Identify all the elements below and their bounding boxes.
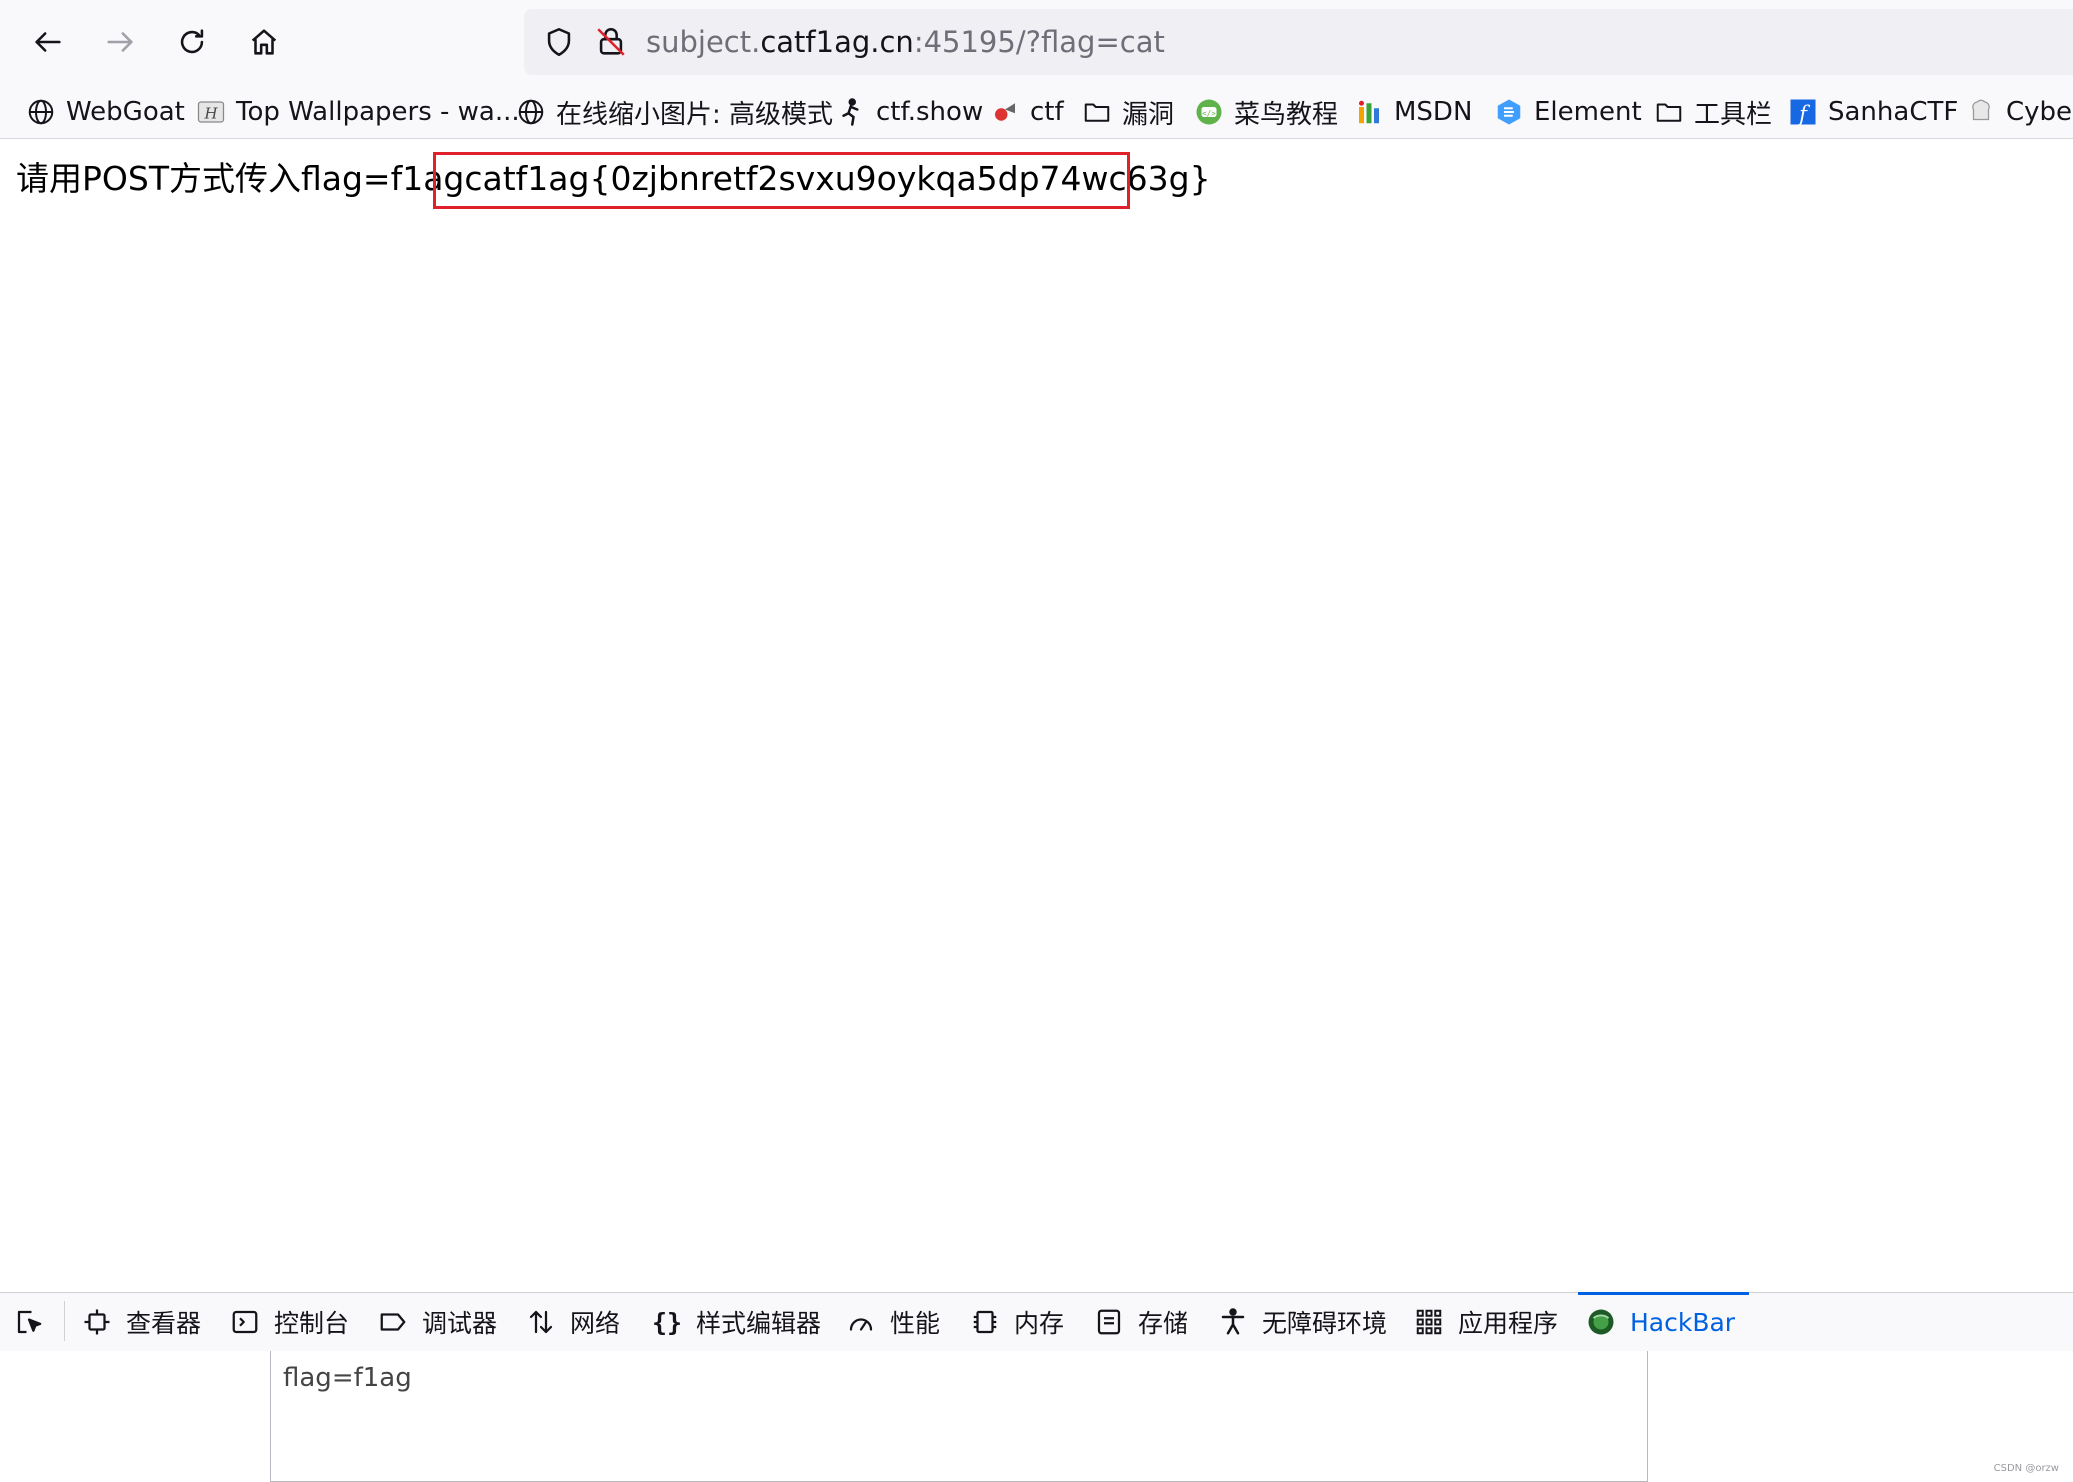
reload-icon [180,29,204,54]
bookmark-label: Top Wallpapers - wa... [236,97,520,127]
svg-text:{}: {} [652,1308,682,1337]
wallpaper-icon: H [197,101,225,123]
debugger-icon [380,1313,406,1331]
watermark: CSDN @orzw [1993,1463,2059,1474]
bookmark-label: WebGoat [66,97,185,127]
post-instruction-text: 请用POST方式传入flag=f1ag [16,159,465,198]
ctf-icon [995,103,1015,121]
memory-icon [973,1310,997,1334]
hackbar-icon [1588,1309,1614,1335]
tab-label: 调试器 [422,1309,498,1338]
inspector-icon [84,1309,110,1335]
bookmark-element[interactable]: Element [1494,92,1642,132]
bookmark-label: 在线缩小图片: 高级模式 [556,99,834,130]
bookmark-folder-tools[interactable]: 工具栏 [1654,92,1772,132]
tab-storage[interactable]: 存储 [1094,1293,1188,1351]
tab-performance[interactable]: 性能 [846,1293,940,1351]
element-picker-button[interactable] [14,1293,44,1351]
tab-inspector[interactable]: 查看器 [82,1293,201,1351]
runner-icon [842,98,859,126]
url-prefix: subject. [646,25,761,59]
sanha-icon: f [1790,99,1816,127]
bookmark-label: ctf.show [876,97,984,127]
tab-application[interactable]: 应用程序 [1414,1293,1558,1351]
bookmark-folder-vuln[interactable]: 漏洞 [1082,92,1174,132]
home-button[interactable] [236,14,292,70]
url-bar[interactable]: subject.catf1ag.cn:45195/?flag=cat [524,9,2073,75]
bookmark-image-resize[interactable]: 在线缩小图片: 高级模式 [516,92,833,132]
bookmark-label: 菜鸟教程 [1234,99,1339,130]
tab-console[interactable]: 控制台 [230,1293,349,1351]
msdn-icon [1359,100,1379,124]
bookmark-label: SanhaCTF [1828,97,1959,127]
reload-button[interactable] [164,14,220,70]
shield-icon[interactable] [542,25,576,59]
tab-label: 查看器 [126,1309,202,1338]
globe-icon [28,99,54,125]
toolbar-separator [64,1301,65,1341]
folder-icon [1084,103,1110,122]
folder-icon [1656,103,1682,122]
url-suffix: :45195/?flag=cat [913,25,1165,59]
url-host: catf1ag.cn [760,25,914,59]
bookmark-label: MSDN [1394,97,1473,127]
bookmark-label: 工具栏 [1694,99,1773,130]
tab-style-editor[interactable]: {} 样式编辑器 [652,1293,821,1351]
url-text[interactable]: subject.catf1ag.cn:45195/?flag=cat [646,24,1165,60]
tab-label: 内存 [1014,1309,1065,1338]
element-picker-icon [17,1310,42,1334]
storage-icon [1097,1309,1121,1335]
tab-label: 性能 [890,1309,941,1338]
bookmark-ctfshow[interactable]: ctf.show [836,92,983,132]
bookmark-label: 漏洞 [1122,99,1175,130]
tab-network[interactable]: 网络 [526,1293,620,1351]
accessibility-icon [1221,1308,1245,1335]
tab-hackbar[interactable]: HackBar [1577,1292,1750,1351]
bookmark-top-wallpapers[interactable]: H Top Wallpapers - wa... [196,92,520,132]
tab-label: HackBar [1630,1307,1736,1337]
browser-toolbar: subject.catf1ag.cn:45195/?flag=cat [0,0,2073,86]
tab-label: 应用程序 [1458,1309,1559,1338]
bookmark-msdn[interactable]: MSDN [1354,92,1472,132]
arrow-right-icon [107,32,133,52]
style-editor-icon: {} [652,1308,682,1337]
bookmark-sanhactf[interactable]: f SanhaCTF [1788,92,1958,132]
runoob-icon: </> [1196,99,1222,125]
tab-label: 无障碍环境 [1262,1309,1388,1338]
application-icon [1416,1309,1442,1335]
forward-button[interactable] [92,14,148,70]
devtools-tab-bar: 查看器 控制台 调试器 网络 {} 样式编辑器 性能 内存 存储 无障碍环境 应… [0,1292,2073,1352]
bookmark-runoob[interactable]: </> 菜鸟教程 [1194,92,1338,132]
tab-label: 控制台 [274,1309,350,1338]
svg-text:H: H [203,104,218,122]
hackbar-panel [0,1351,2073,1482]
tab-label: 样式编辑器 [696,1309,822,1338]
bookmarks-toolbar: WebGoat H Top Wallpapers - wa... 在线缩小图片:… [0,86,2073,139]
chef-icon [1972,99,1990,121]
bookmark-label: Element [1534,97,1642,127]
console-icon [232,1310,258,1334]
tab-label: 存储 [1138,1309,1189,1338]
bookmark-webgoat[interactable]: WebGoat [26,92,185,132]
page-content: 请用POST方式传入flag=f1agcatf1ag{0zjbnretf2svx… [0,139,2073,1290]
bookmark-cyberchef[interactable]: Cyber [1966,92,2073,132]
tab-label: 网络 [570,1309,621,1338]
performance-icon [849,1318,873,1331]
insecure-lock-icon[interactable] [594,25,628,59]
arrow-left-icon [35,32,61,52]
bookmark-label: Cyber [2006,97,2073,127]
bookmark-label: ctf [1030,97,1064,127]
tab-memory[interactable]: 内存 [970,1293,1064,1351]
tab-debugger[interactable]: 调试器 [378,1293,497,1351]
back-button[interactable] [20,14,76,70]
svg-text:</>: </> [1202,109,1216,118]
home-icon [251,29,277,55]
flag-highlight-box [433,152,1130,209]
bookmark-ctf[interactable]: ctf [990,92,1064,132]
post-data-input[interactable] [270,1351,1648,1482]
globe-icon [518,99,544,125]
tab-accessibility[interactable]: 无障碍环境 [1218,1293,1387,1351]
element-icon [1497,99,1521,125]
network-icon [529,1310,553,1334]
